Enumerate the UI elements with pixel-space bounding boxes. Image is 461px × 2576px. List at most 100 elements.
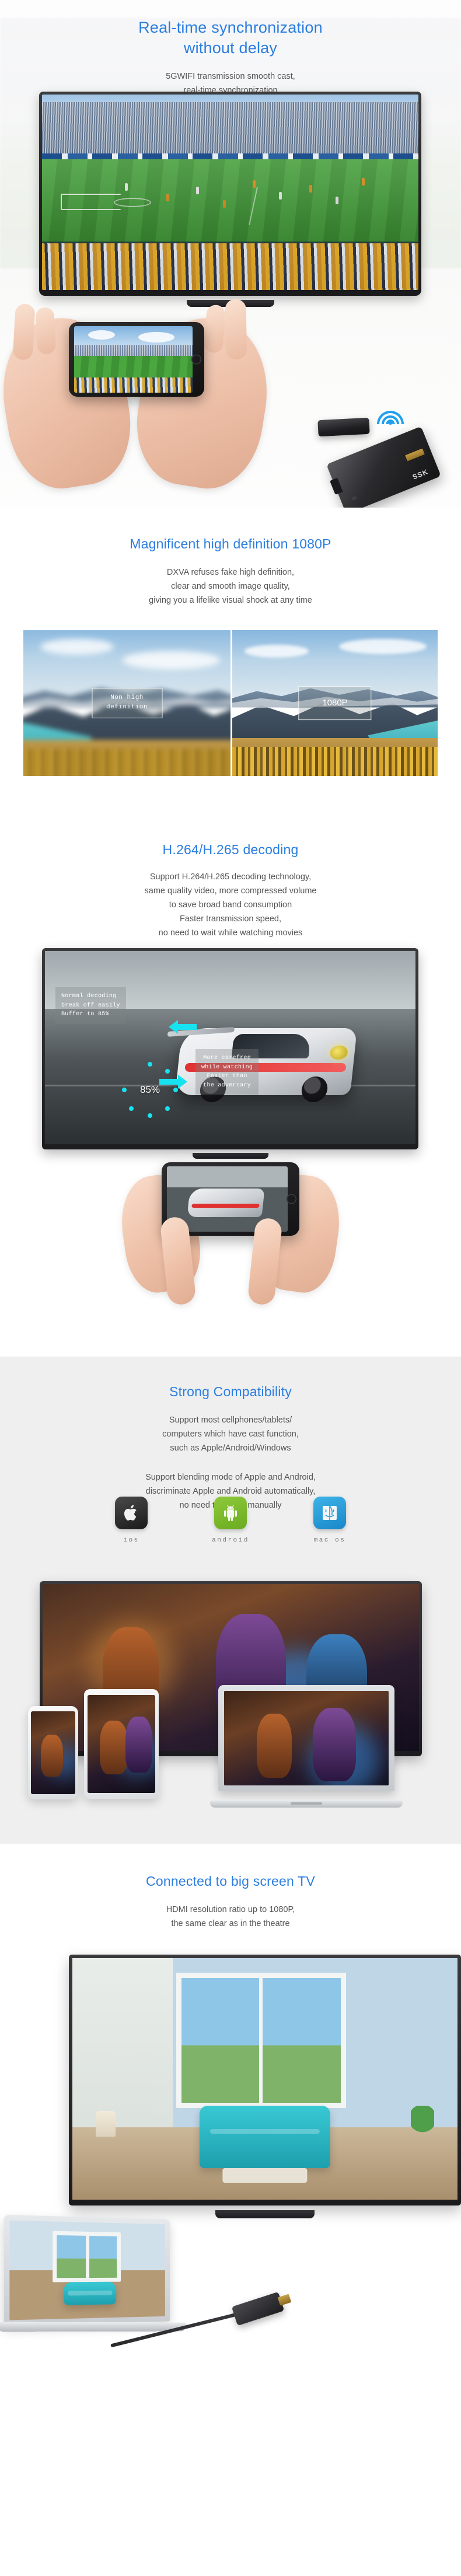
finger	[12, 303, 36, 361]
ring-dot	[122, 1088, 127, 1092]
os-label-android: android	[212, 1537, 249, 1544]
race-car-mini	[187, 1189, 266, 1218]
floor-lamp	[95, 2111, 116, 2137]
body-line-1: Support most cellphones/tablets/	[169, 1415, 292, 1425]
stadium-upper-crowd	[42, 102, 418, 158]
stadium-photo	[42, 95, 418, 290]
tablet-screen	[88, 1695, 155, 1793]
penalty-arc	[113, 197, 152, 208]
dongle-brand-label: SSK	[411, 467, 429, 481]
section3-headline: H.264/H.265 decoding	[162, 842, 299, 857]
cloud	[88, 330, 116, 340]
game-character	[257, 1713, 292, 1778]
body-line-1: DXVA refuses fake high definition,	[166, 567, 295, 577]
ring-dot	[148, 1113, 152, 1118]
screen-window	[52, 2231, 121, 2283]
tv-stand	[192, 1153, 268, 1159]
section2-body: DXVA refuses fake high definition, clear…	[0, 553, 461, 608]
section4-body: Support most cellphones/tablets/ compute…	[0, 1401, 461, 1456]
section-big-screen: Connected to big screen TV HDMI resoluti…	[0, 1844, 461, 2576]
cloud	[339, 639, 427, 654]
section-realtime-sync: Real-time synchronization without delay …	[0, 0, 461, 508]
potted-plant	[411, 2105, 435, 2142]
tv-screen	[42, 95, 418, 290]
body-line-5: no need to wait while watching movies	[158, 928, 303, 938]
phone-home-button[interactable]	[191, 354, 201, 365]
android-robot-icon	[214, 1497, 247, 1529]
body2-line-1: Support blending mode of Apple and Andro…	[145, 1472, 316, 1482]
section3-body: Support H.264/H.265 decoding technology,…	[0, 859, 461, 941]
headlamp	[329, 1046, 348, 1060]
finder-face-icon	[313, 1497, 346, 1529]
os-item-android[interactable]: android	[206, 1497, 255, 1544]
phone-in-hands	[115, 1162, 346, 1337]
os-label-ios: ios	[123, 1537, 139, 1544]
os-item-macos[interactable]: mac os	[305, 1497, 354, 1544]
buffer-percent-label: 85%	[139, 1084, 160, 1095]
tv-frame: Normal decoding break off easily Buffer …	[42, 948, 418, 1149]
laptop-device	[210, 1685, 403, 1808]
tv-frame	[69, 1955, 461, 2205]
stadium-pitch	[42, 159, 418, 246]
game-character	[99, 1720, 128, 1774]
ring-dot	[165, 1106, 170, 1111]
section4-headline: Strong Compatibility	[169, 1384, 292, 1399]
section1-headline: Real-time synchronization without delay	[0, 0, 461, 58]
hdmi-connector-tip	[277, 2294, 292, 2306]
ring-dot	[129, 1106, 134, 1111]
racing-television: Normal decoding break off easily Buffer …	[42, 948, 418, 1159]
section-high-definition: Magnificent high definition 1080P DXVA r…	[0, 508, 461, 817]
phone-pitch	[74, 356, 193, 378]
laptop-base	[210, 1801, 403, 1808]
phone-screen	[74, 326, 193, 393]
laptop-source-device	[0, 2214, 233, 2381]
hdmi-adapter-plug	[231, 2291, 292, 2326]
tv-screen	[72, 1958, 457, 2200]
game-character	[40, 1734, 63, 1777]
comparison-left-blurred: Non high definition	[23, 630, 230, 776]
label-non-high-definition: Non high definition	[91, 688, 163, 718]
body-line-3: such as Apple/Android/Windows	[170, 1443, 291, 1453]
os-item-ios[interactable]: ios	[107, 1497, 156, 1544]
overlay-normal-decoding: Normal decoding break off easily Buffer …	[55, 987, 126, 1024]
coffee-table	[222, 2168, 308, 2183]
body-line-1: Support H.264/H.265 decoding technology,	[149, 872, 312, 882]
section2-headline: Magnificent high definition 1080P	[130, 536, 331, 551]
laptop-screen	[224, 1691, 389, 1785]
apple-logo-icon	[115, 1497, 148, 1529]
phone-home-button[interactable]	[287, 1194, 296, 1204]
os-support-row: ios android mac os	[0, 1497, 461, 1544]
section5-headline: Connected to big screen TV	[146, 1874, 315, 1889]
game-character	[125, 1716, 152, 1773]
buffer-progress-ring: 85%	[122, 1062, 178, 1118]
section5-body: HDMI resolution ratio up to 1080P, the s…	[0, 1890, 461, 1931]
ring-dot	[173, 1088, 178, 1092]
player-marker	[124, 183, 128, 191]
goal-net	[61, 193, 121, 210]
teal-sofa	[199, 2105, 331, 2169]
tv-screen: Normal decoding break off easily Buffer …	[45, 951, 415, 1144]
wifi-icon	[376, 404, 404, 425]
body-line-1: 5GWIFI transmission smooth cast,	[166, 72, 295, 82]
autumn-trees	[23, 749, 230, 776]
body-line-1: HDMI resolution ratio up to 1080P,	[166, 1904, 295, 1914]
room-window	[176, 1972, 346, 2108]
os-label-macos: mac os	[313, 1537, 346, 1544]
body-line-2: clear and smooth image quality,	[171, 581, 290, 591]
screen-sofa	[64, 2281, 117, 2305]
overlay-more-carefree: More carefree while watching Faster than…	[195, 1049, 259, 1095]
finger	[35, 307, 57, 355]
laptop-lid	[4, 2214, 170, 2326]
ring-dot	[148, 1062, 152, 1067]
player-marker	[166, 193, 169, 201]
wifi-dot	[388, 421, 393, 425]
finger	[204, 304, 226, 354]
phone-screen	[31, 1711, 75, 1794]
body-line-3: giving you a lifelike visual shock at an…	[149, 595, 312, 605]
stadium-lower-crowd	[42, 243, 418, 290]
finger	[225, 299, 247, 360]
player-marker	[362, 177, 365, 186]
player-marker	[253, 180, 256, 188]
player-marker	[279, 191, 282, 200]
cloud	[123, 651, 221, 670]
